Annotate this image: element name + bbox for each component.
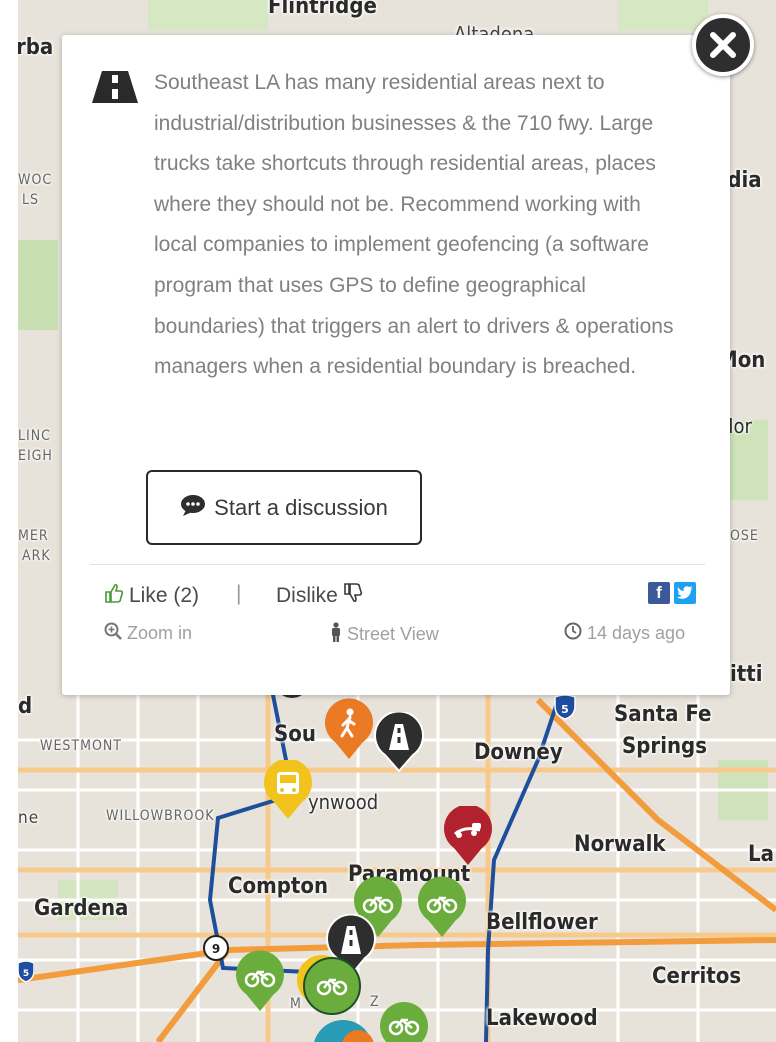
truck-marker[interactable] <box>442 806 494 866</box>
label-willowbrook: WILLOWBROOK <box>106 808 215 824</box>
route-9-shield: 9 <box>202 934 230 962</box>
zoom-in-icon <box>104 622 122 645</box>
road-marker[interactable] <box>372 712 426 772</box>
street-view-button[interactable]: Street View <box>330 622 439 647</box>
interstate-105-shield: 5 <box>18 960 34 982</box>
label-compton: Compton <box>228 874 329 899</box>
zoom-in-label: Zoom in <box>127 623 193 643</box>
label-gardena: Gardena <box>34 896 129 921</box>
label-lakewood: Lakewood <box>486 1006 598 1031</box>
label-lincoln-fragment: LINC <box>18 428 51 444</box>
label-santa-fe: Santa Fe <box>614 702 712 727</box>
start-discussion-label: Start a discussion <box>214 494 388 520</box>
label-whittier-fragment: itti <box>730 662 763 687</box>
street-view-label: Street View <box>347 624 439 644</box>
divider <box>90 564 705 565</box>
comment-text: Southeast LA has many residential areas … <box>154 71 674 379</box>
dislike-button[interactable]: Dislike <box>276 582 363 610</box>
label-westmont: WESTMONT <box>40 738 122 754</box>
close-button[interactable] <box>692 14 754 76</box>
facebook-icon[interactable]: f <box>648 582 670 604</box>
bike-marker[interactable] <box>234 950 286 1012</box>
person-icon <box>330 622 342 647</box>
label-flintridge: Flintridge <box>268 0 377 19</box>
label-lynwood: ynwood <box>308 790 379 814</box>
label-burbank-fragment: rba <box>18 35 54 60</box>
dislike-label: Dislike <box>276 584 338 607</box>
zoom-in-button[interactable]: Zoom in <box>104 622 192 645</box>
label-bellflower: Bellflower <box>486 910 598 935</box>
label-la-fragment: La <box>748 842 774 867</box>
pedestrian-marker[interactable] <box>323 698 375 760</box>
label-hills-fragment: LS <box>22 192 40 208</box>
bike-marker[interactable] <box>416 876 468 938</box>
timestamp: 14 days ago <box>564 622 685 645</box>
like-label: Like (2) <box>129 584 200 607</box>
label-park-fragment: ARK <box>22 548 51 564</box>
thumbs-down-icon <box>343 582 363 610</box>
bus-marker[interactable] <box>262 760 314 820</box>
like-button[interactable]: Like (2) <box>104 582 199 610</box>
close-icon <box>710 32 736 58</box>
interstate-5-shield: 5 <box>554 694 576 720</box>
shield-number: 5 <box>561 703 569 716</box>
bike-marker[interactable] <box>378 1000 430 1042</box>
cluster-marker[interactable] <box>308 1020 378 1042</box>
comment-popup: Southeast LA has many residential areas … <box>62 35 730 695</box>
twitter-icon[interactable] <box>674 582 696 604</box>
label-south-gate-fragment: Sou <box>274 722 316 747</box>
road-icon <box>90 71 140 107</box>
like-dislike-separator: | <box>236 582 242 605</box>
clock-icon <box>564 622 582 645</box>
time-ago-label: 14 days ago <box>587 623 686 643</box>
label-cerritos: Cerritos <box>652 964 742 989</box>
shield-number: 5 <box>23 969 29 979</box>
label-norwalk: Norwalk <box>574 832 666 857</box>
start-discussion-button[interactable]: Start a discussion <box>146 470 422 545</box>
label-rose-fragment: OSE <box>730 528 759 544</box>
label-d-fragment: d <box>18 694 33 719</box>
shield-number: 9 <box>212 942 220 956</box>
share-buttons: f <box>648 582 696 604</box>
label-heights-fragment: EIGH <box>18 448 53 464</box>
label-wood-fragment: WOC <box>18 172 53 188</box>
thumbs-up-icon <box>104 582 124 610</box>
label-springs: Springs <box>622 734 708 759</box>
label-mer-fragment: MER <box>18 528 49 544</box>
label-ne-fragment: ne <box>18 808 40 828</box>
label-downey: Downey <box>474 740 563 765</box>
bike-marker-stack[interactable] <box>294 952 374 1024</box>
speech-bubble-icon <box>180 494 206 522</box>
